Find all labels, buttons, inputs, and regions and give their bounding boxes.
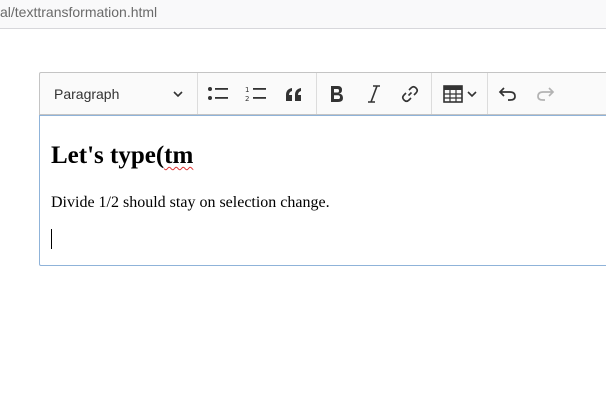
italic-icon <box>367 84 381 103</box>
toolbar-separator <box>487 73 488 114</box>
editor-toolbar: Paragraph 1 2 <box>39 72 606 115</box>
browser-address-bar[interactable]: al/texttransformation.html <box>0 0 606 29</box>
rich-text-editor: Paragraph 1 2 Let's type(tm Divide 1/2 s… <box>39 72 606 266</box>
undo-icon <box>498 86 518 102</box>
misspelled-word: tm <box>164 142 194 169</box>
toolbar-separator <box>431 73 432 114</box>
heading-text: Let's type( <box>51 142 165 169</box>
heading-dropdown-label: Paragraph <box>54 86 120 102</box>
block-quote-icon <box>285 86 303 102</box>
url-text: al/texttransformation.html <box>0 4 158 20</box>
content-heading: Let's type(tm <box>51 142 193 170</box>
bold-icon <box>329 85 345 103</box>
svg-text:2: 2 <box>245 95 249 103</box>
toolbar-separator <box>316 73 317 114</box>
bulleted-list-icon <box>207 85 229 103</box>
block-quote-button[interactable] <box>276 73 312 114</box>
chevron-down-icon <box>467 89 477 99</box>
numbered-list-button[interactable]: 1 2 <box>238 73 274 114</box>
svg-text:1: 1 <box>245 86 249 94</box>
bold-button[interactable] <box>319 73 355 114</box>
content-paragraph: Divide 1/2 should stay on selection chan… <box>51 194 330 211</box>
toolbar-separator <box>197 73 198 114</box>
undo-button[interactable] <box>490 73 526 114</box>
numbered-list-icon: 1 2 <box>245 85 267 103</box>
redo-button[interactable] <box>527 73 563 114</box>
bulleted-list-button[interactable] <box>200 73 236 114</box>
italic-button[interactable] <box>356 73 392 114</box>
insert-table-button[interactable] <box>434 73 486 114</box>
table-icon <box>443 84 463 103</box>
editable-content-area[interactable]: Let's type(tm Divide 1/2 should stay on … <box>39 115 606 266</box>
chevron-down-icon <box>172 88 184 100</box>
heading-dropdown[interactable]: Paragraph <box>40 73 197 114</box>
link-icon <box>400 84 420 104</box>
redo-icon <box>535 86 555 102</box>
text-caret <box>51 229 52 249</box>
link-button[interactable] <box>392 73 428 114</box>
